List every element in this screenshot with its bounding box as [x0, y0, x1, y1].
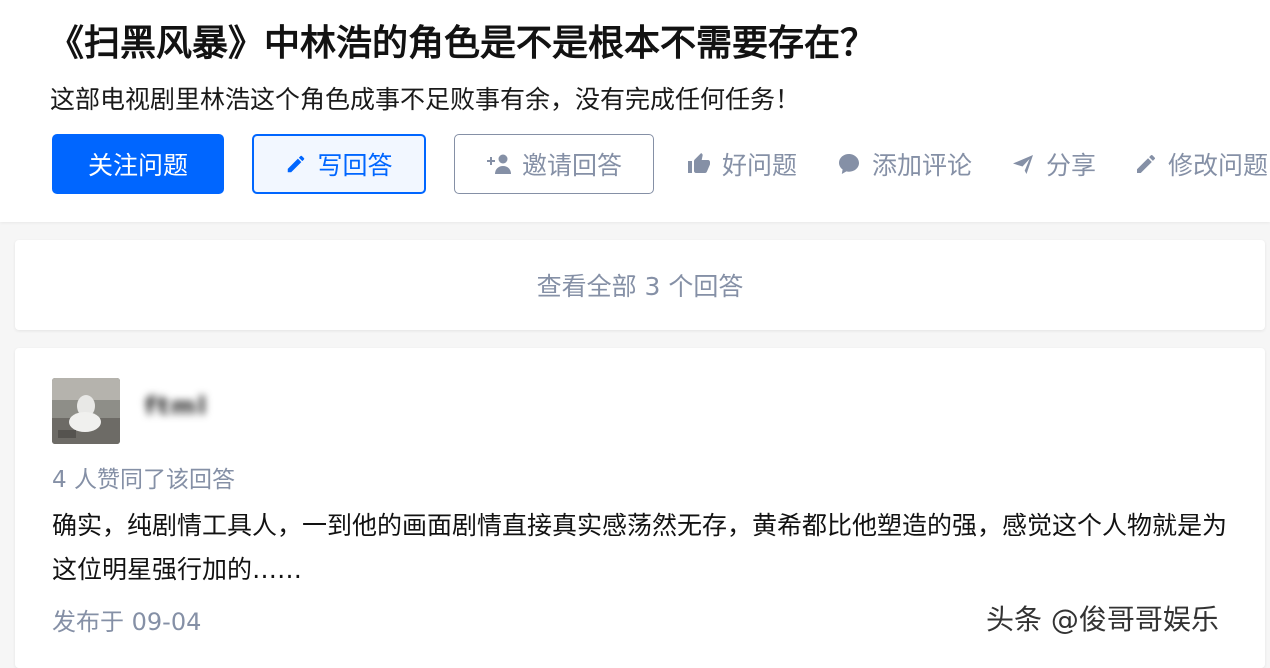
- pencil-icon: [1137, 154, 1156, 173]
- edit-question-button[interactable]: 修改问题: [1134, 134, 1268, 194]
- invite-answer-label: 邀请回答: [521, 151, 622, 180]
- question-header: 《扫黑风暴》中林浩的角色是不是根本不需要存在？ 这部电视剧里林浩这个角色成事不足…: [0, 0, 1270, 222]
- follow-question-label: 关注问题: [87, 151, 188, 180]
- comment-bubble-icon: [839, 154, 859, 174]
- question-description: 这部电视剧里林浩这个角色成事不足败事有余，没有完成任何任务！: [50, 85, 801, 114]
- add-comment-button[interactable]: 添加评论: [836, 134, 972, 194]
- write-answer-button[interactable]: 写回答: [252, 134, 426, 194]
- publish-date[interactable]: 发布于 09-04: [52, 602, 201, 637]
- good-question-label: 好问题: [722, 151, 798, 180]
- author-name[interactable]: ftml: [145, 392, 208, 420]
- vote-count: 4 人赞同了该回答: [52, 467, 235, 493]
- add-person-icon: [486, 154, 511, 174]
- edit-question-label: 修改问题: [1168, 151, 1269, 180]
- add-comment-label: 添加评论: [872, 151, 973, 180]
- question-title: 《扫黑风暴》中林浩的角色是不是根本不需要存在？: [48, 23, 877, 64]
- follow-question-button[interactable]: 关注问题: [52, 134, 224, 194]
- pencil-icon: [288, 155, 305, 173]
- paper-plane-icon: [1013, 155, 1033, 174]
- thumbs-up-icon: [688, 153, 710, 173]
- share-label: 分享: [1046, 151, 1097, 180]
- write-answer-label: 写回答: [317, 151, 393, 180]
- share-button[interactable]: 分享: [1010, 134, 1096, 194]
- invite-answer-button[interactable]: 邀请回答: [454, 134, 654, 194]
- answer-content: 确实，纯剧情工具人，一到他的画面剧情直接真实感荡然无存，黄希都比他塑造的强，感觉…: [52, 511, 1228, 584]
- good-question-button[interactable]: 好问题: [686, 134, 797, 194]
- avatar[interactable]: [52, 378, 120, 444]
- view-all-answers-label: 查看全部 3 个回答: [536, 272, 744, 301]
- avatar-image: [52, 378, 120, 444]
- watermark: 头条 @俊哥哥娱乐: [986, 603, 1219, 636]
- view-all-answers-button[interactable]: 查看全部 3 个回答: [15, 240, 1265, 330]
